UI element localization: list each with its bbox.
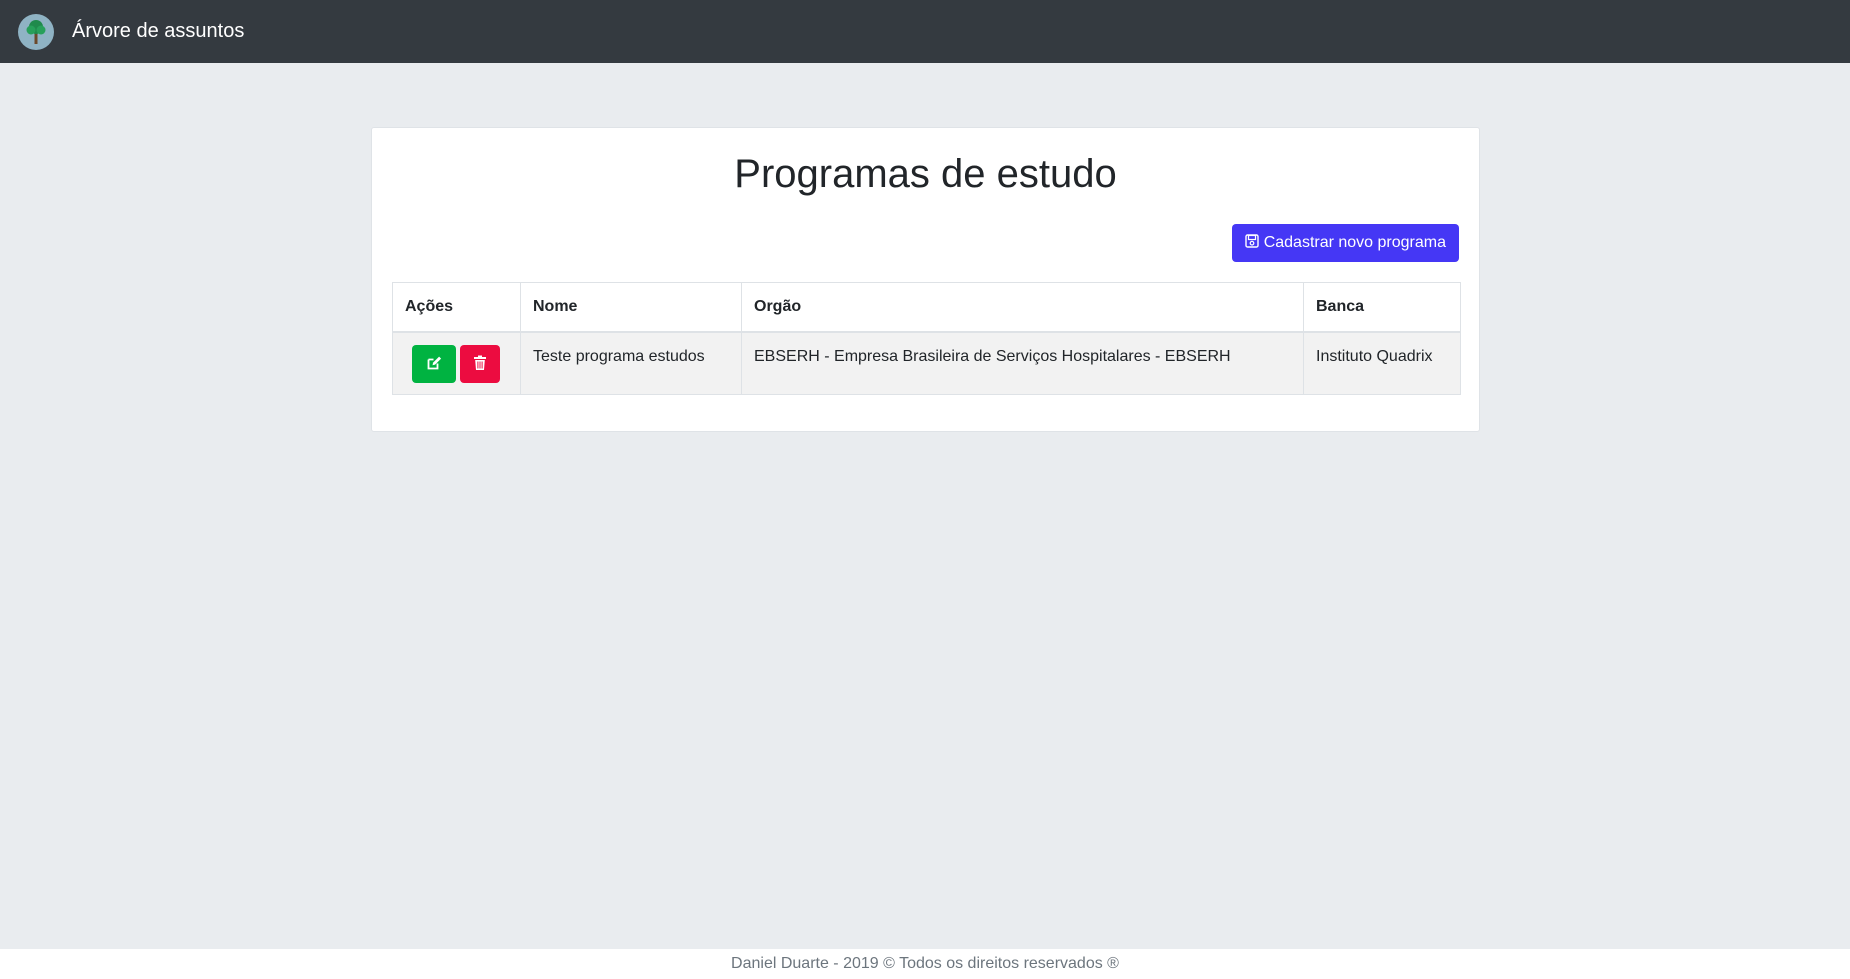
table-header-row: Ações Nome Orgão Banca xyxy=(392,282,1461,333)
delete-button[interactable] xyxy=(460,345,500,383)
trash-icon xyxy=(473,355,487,374)
actions-cell xyxy=(392,331,521,395)
cell-nome: Teste programa estudos xyxy=(520,331,742,395)
column-header-acoes: Ações xyxy=(392,282,521,333)
cell-banca: Instituto Quadrix xyxy=(1303,331,1461,395)
edit-icon xyxy=(426,355,442,374)
add-program-label: Cadastrar novo programa xyxy=(1263,234,1446,251)
cell-orgao: EBSERH - Empresa Brasileira de Serviços … xyxy=(741,331,1304,395)
row-actions xyxy=(405,345,508,383)
programs-card: Programas de estudo Cadastrar novo progr… xyxy=(371,127,1480,432)
top-navbar: Árvore de assuntos xyxy=(0,0,1850,63)
table-row: Teste programa estudos EBSERH - Empresa … xyxy=(392,331,1461,395)
add-program-button[interactable]: Cadastrar novo programa xyxy=(1231,224,1459,262)
column-header-nome: Nome xyxy=(520,282,742,333)
footer: Daniel Duarte - 2019 © Todos os direitos… xyxy=(0,949,1850,979)
edit-button[interactable] xyxy=(412,345,456,383)
column-header-orgao: Orgão xyxy=(741,282,1304,333)
footer-text: Daniel Duarte - 2019 © Todos os direitos… xyxy=(731,955,1119,972)
programs-table: Ações Nome Orgão Banca Teste programa es… xyxy=(392,282,1461,395)
save-icon xyxy=(1244,233,1259,253)
tree-icon[interactable] xyxy=(18,13,54,50)
brand-link[interactable]: Árvore de assuntos xyxy=(72,20,244,43)
page-title: Programas de estudo xyxy=(734,152,1117,196)
column-header-banca: Banca xyxy=(1303,282,1461,333)
